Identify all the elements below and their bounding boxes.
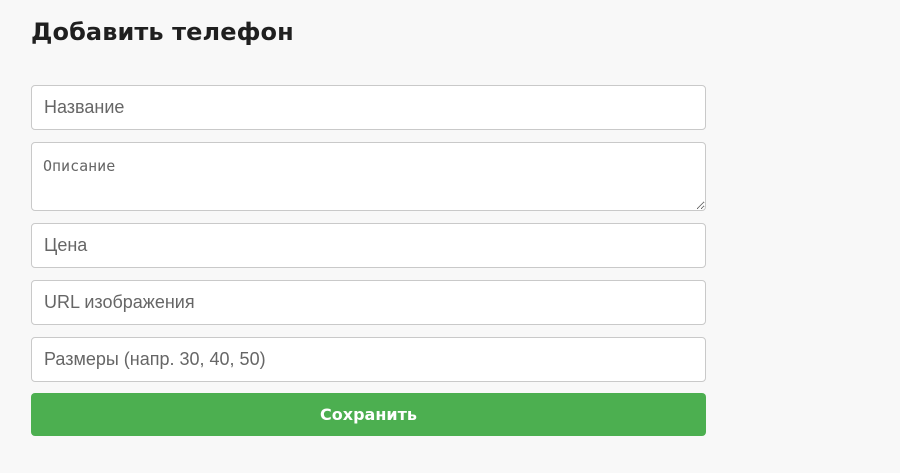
sizes-input[interactable] [31,337,706,382]
price-input[interactable] [31,223,706,268]
add-phone-form: Сохранить [31,85,706,436]
image-url-input[interactable] [31,280,706,325]
page-title: Добавить телефон [31,18,294,46]
save-button[interactable]: Сохранить [31,393,706,436]
name-input[interactable] [31,85,706,130]
description-textarea[interactable] [31,142,706,211]
